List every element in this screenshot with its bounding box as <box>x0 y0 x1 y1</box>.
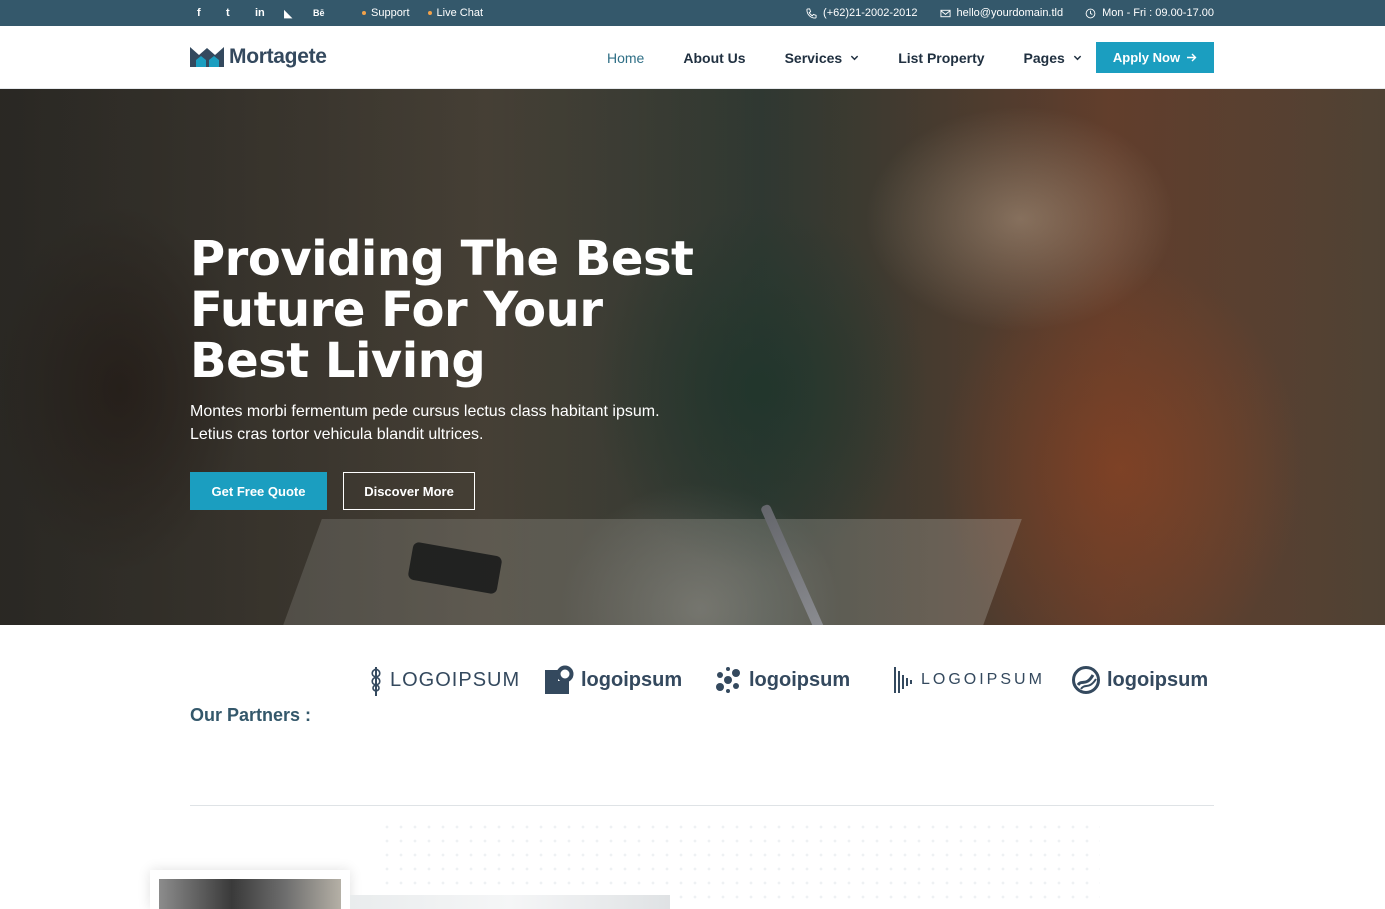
partner-logo-3[interactable]: logoipsum <box>713 662 850 698</box>
partner-logo-4[interactable]: LOGOIPSUM <box>893 662 1045 698</box>
brand-logo[interactable]: Mortagete <box>190 45 327 69</box>
nav-about-us[interactable]: About Us <box>683 50 745 66</box>
wheat-logo-icon <box>371 667 381 696</box>
house-logo-icon <box>190 47 224 67</box>
hero-title: Providing The Best Future For Your Best … <box>190 231 694 389</box>
arrow-right-icon <box>1187 53 1197 62</box>
apply-now-button[interactable]: Apply Now <box>1096 42 1214 73</box>
social-links: f t in ◣ Bē <box>197 0 342 26</box>
hero-description: Montes morbi fermentum pede cursus lectu… <box>190 403 660 443</box>
about-photo <box>159 879 341 909</box>
linkedin-icon[interactable]: in <box>255 0 284 26</box>
clock-icon <box>1085 8 1096 18</box>
discover-more-label: Discover More <box>364 483 454 499</box>
phone-icon <box>806 7 817 19</box>
section-divider <box>190 805 1214 806</box>
nav-list-property[interactable]: List Property <box>898 50 984 66</box>
site-header: Mortagete Home About Us Services List Pr… <box>0 26 1385 89</box>
nav-home-label: Home <box>607 49 645 66</box>
behance-icon[interactable]: Bē <box>313 0 342 26</box>
about-secondary-image <box>350 895 670 909</box>
square-ring-logo-icon <box>545 665 574 694</box>
nav-list-property-label: List Property <box>898 49 985 66</box>
live-chat-link[interactable]: Live Chat <box>427 7 484 19</box>
nav-pages[interactable]: Pages <box>1024 50 1082 66</box>
nav-services-label: Services <box>784 49 843 66</box>
partner-logo-1-text: LOGOIPSUM <box>390 668 521 691</box>
discover-more-button[interactable]: Discover More <box>343 472 475 510</box>
email-address: hello@yourdomain.tld <box>956 7 1064 19</box>
brand-name: Mortagete <box>229 45 327 68</box>
partner-logo-5[interactable]: logoipsum <box>1071 662 1208 698</box>
get-free-quote-button[interactable]: Get Free Quote <box>190 472 327 510</box>
partner-logo-1[interactable]: LOGOIPSUM <box>368 662 520 698</box>
partner-logo-4-text: LOGOIPSUM <box>921 671 1045 688</box>
partner-logo-2[interactable]: logoipsum <box>543 662 682 698</box>
nav-services[interactable]: Services <box>785 50 860 66</box>
email-contact[interactable]: hello@yourdomain.tld <box>940 7 1064 19</box>
nav-about-label: About Us <box>683 49 746 66</box>
partner-logo-3-text: logoipsum <box>749 668 851 691</box>
bullet-dot-icon <box>362 11 366 15</box>
nav-home[interactable]: Home <box>607 50 644 66</box>
facebook-icon[interactable]: f <box>197 0 226 26</box>
circle-stripe-logo-icon <box>1072 666 1100 694</box>
quick-links: Support Live Chat <box>362 0 483 26</box>
bullet-dot-icon <box>427 11 432 15</box>
partner-logo-5-text: logoipsum <box>1107 668 1209 691</box>
partners-heading: Our Partners : <box>190 705 312 725</box>
phone-number: (+62)21-2002-2012 <box>823 7 918 19</box>
partner-logo-2-text: logoipsum <box>581 668 683 691</box>
chevron-down-icon <box>851 55 859 61</box>
apply-now-label: Apply Now <box>1112 50 1181 65</box>
support-label: Support <box>371 7 410 19</box>
molecule-logo-icon <box>716 667 740 693</box>
top-bar: f t in ◣ Bē Support Live Chat (+62)21-20… <box>0 0 1385 26</box>
support-link[interactable]: Support <box>362 7 410 19</box>
contact-info: (+62)21-2002-2012 hello@yourdomain.tld M… <box>806 0 1214 26</box>
nav-pages-label: Pages <box>1023 49 1065 66</box>
phone-contact[interactable]: (+62)21-2002-2012 <box>806 7 918 19</box>
business-hours: Mon - Fri : 09.00-17.00 <box>1102 7 1214 19</box>
main-nav: Home About Us Services List Property Pag… <box>607 26 1121 89</box>
hero-section: Providing The Best Future For Your Best … <box>0 89 1385 625</box>
live-chat-label: Live Chat <box>436 7 484 19</box>
rss-icon[interactable]: ◣ <box>284 0 313 26</box>
chevron-down-icon <box>1073 55 1081 61</box>
bars-logo-icon <box>894 667 912 693</box>
twitter-icon[interactable]: t <box>226 0 255 26</box>
about-image-card <box>150 870 350 909</box>
dot-pattern <box>380 820 1100 900</box>
get-free-quote-label: Get Free Quote <box>211 483 306 499</box>
mail-icon <box>940 9 951 17</box>
hours-info: Mon - Fri : 09.00-17.00 <box>1085 7 1214 19</box>
